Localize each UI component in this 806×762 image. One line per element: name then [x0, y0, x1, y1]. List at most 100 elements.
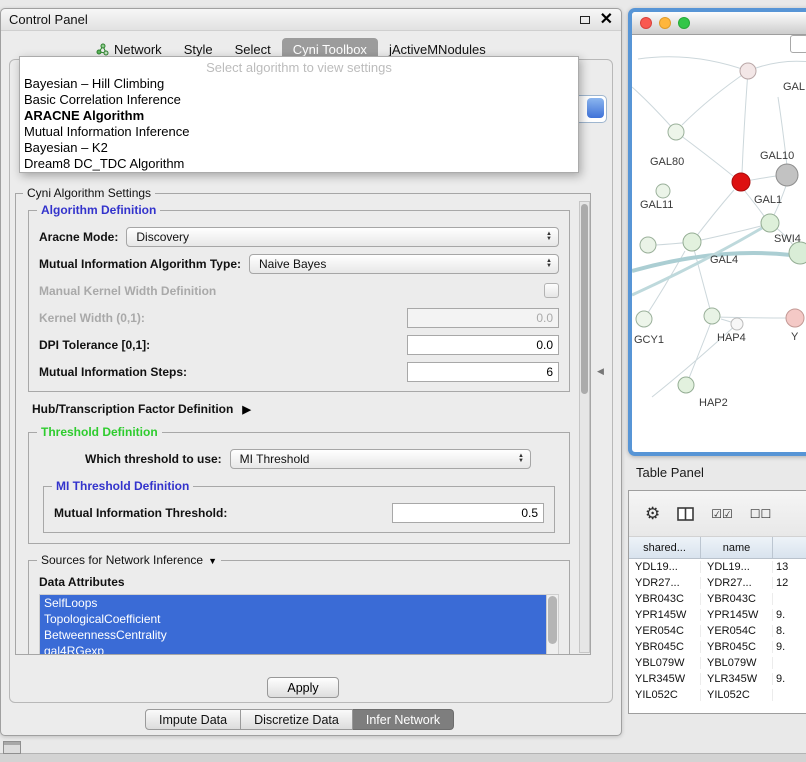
- table-row[interactable]: YBR045CYBR045C9.: [629, 639, 806, 655]
- float-window-icon[interactable]: [580, 16, 590, 24]
- table-row[interactable]: YBL079WYBL079W: [629, 655, 806, 671]
- list-scrollbar[interactable]: [546, 595, 558, 655]
- table-row[interactable]: YDR27...YDR27...12: [629, 575, 806, 591]
- docked-panel-titlebar: [4, 742, 20, 745]
- mi-type-select[interactable]: Naive Bayes ▲▼: [249, 254, 559, 274]
- mac-minimize-button[interactable]: [659, 17, 671, 29]
- which-threshold-select[interactable]: MI Threshold ▲▼: [230, 449, 531, 469]
- close-icon[interactable]: ✕: [600, 14, 613, 26]
- aracne-mode-select[interactable]: Discovery ▲▼: [126, 227, 559, 247]
- mi-threshold-group: MI Threshold Definition Mutual Informati…: [43, 486, 555, 533]
- table-row[interactable]: YPR145WYPR145W9.: [629, 607, 806, 623]
- table-row[interactable]: YBR043CYBR043C: [629, 591, 806, 607]
- table-cell: YIL052C: [629, 689, 701, 701]
- column-header-extra[interactable]: [773, 537, 806, 558]
- graph-node[interactable]: [761, 214, 779, 232]
- settings-scrollbar[interactable]: [579, 201, 590, 653]
- table-cell: YER054C: [629, 625, 701, 637]
- bottom-tab-impute-data[interactable]: Impute Data: [145, 709, 241, 730]
- combo-arrows-icon: ▲▼: [510, 454, 524, 464]
- dpi-tolerance-input[interactable]: [407, 335, 559, 355]
- mi-type-row: Mutual Information Algorithm Type: Naive…: [39, 250, 559, 277]
- combo-arrows-icon: ▲▼: [538, 259, 552, 269]
- algorithm-popup-placeholder: Select algorithm to view settings: [20, 59, 578, 76]
- network-graph: GALGAL80GAL10GAL11GAL1SWI4GAL4GCY1HAP4YH…: [632, 35, 806, 430]
- mac-zoom-button[interactable]: [678, 17, 690, 29]
- mi-type-value: Naive Bayes: [259, 257, 326, 271]
- screen: Control Panel ✕ NetworkStyleSelectCyni T…: [0, 0, 806, 762]
- graph-node-label: HAP4: [717, 332, 746, 344]
- attribute-item[interactable]: TopologicalCoefficient: [40, 611, 546, 627]
- bottom-tab-infer-network[interactable]: Infer Network: [353, 709, 454, 730]
- hub-definition-toggle[interactable]: Hub/Transcription Factor Definition ▶: [32, 402, 590, 416]
- algorithm-option[interactable]: Mutual Information Inference: [20, 124, 578, 140]
- apply-button[interactable]: Apply: [267, 677, 339, 698]
- settings-scrollbar-thumb[interactable]: [581, 204, 588, 394]
- docked-panel-icon[interactable]: [3, 741, 21, 754]
- table-panel-title: Table Panel: [636, 465, 704, 480]
- graph-node[interactable]: [740, 63, 756, 79]
- table-row[interactable]: YLR345WYLR345W9.: [629, 671, 806, 687]
- select-all-icon[interactable]: ☑☑: [711, 507, 733, 521]
- graph-node[interactable]: [656, 184, 670, 198]
- graph-node[interactable]: [683, 233, 701, 251]
- kernel-width-input: [407, 308, 559, 328]
- table-cell: 13: [773, 561, 806, 573]
- algorithm-option[interactable]: Dream8 DC_TDC Algorithm: [20, 156, 578, 172]
- graph-node[interactable]: [704, 308, 720, 324]
- manual-kernel-label: Manual Kernel Width Definition: [39, 284, 216, 298]
- sources-title[interactable]: Sources for Network Inference▼: [37, 553, 221, 567]
- mi-steps-input[interactable]: [407, 362, 559, 382]
- aracne-mode-label: Aracne Mode:: [39, 230, 118, 244]
- combo-stepper-icon: [587, 98, 604, 118]
- table-row[interactable]: YIL052CYIL052C: [629, 687, 806, 703]
- network-canvas[interactable]: GALGAL80GAL10GAL11GAL1SWI4GAL4GCY1HAP4YH…: [632, 35, 806, 430]
- attribute-item[interactable]: BetweennessCentrality: [40, 627, 546, 643]
- table-cell: YPR145W: [701, 609, 773, 621]
- splitpane-collapse-icon[interactable]: ◀: [597, 366, 604, 377]
- graph-node[interactable]: [640, 237, 656, 253]
- graph-node[interactable]: [789, 242, 806, 264]
- table-cell: YBR043C: [629, 593, 701, 605]
- bottom-tab-discretize-data[interactable]: Discretize Data: [241, 709, 353, 730]
- which-threshold-row: Which threshold to use: MI Threshold ▲▼: [39, 445, 559, 472]
- algorithm-option[interactable]: Bayesian – K2: [20, 140, 578, 156]
- sources-group: Sources for Network Inference▼ Data Attr…: [28, 560, 570, 655]
- attribute-item[interactable]: gal4RGexp: [40, 643, 546, 655]
- algorithm-option[interactable]: ARACNE Algorithm: [20, 108, 578, 124]
- table-row[interactable]: YDL19...YDL19...13: [629, 559, 806, 575]
- graph-node[interactable]: [776, 164, 798, 186]
- deselect-all-icon[interactable]: ☐☐: [750, 507, 772, 521]
- graph-node-label: GAL: [783, 81, 805, 93]
- network-scroll-button[interactable]: [790, 35, 806, 53]
- tab-label: Select: [235, 42, 271, 57]
- list-scrollbar-thumb[interactable]: [548, 596, 557, 644]
- graph-node[interactable]: [731, 318, 743, 330]
- graph-node[interactable]: [668, 124, 684, 140]
- mi-threshold-title: MI Threshold Definition: [52, 479, 193, 493]
- column-header-name[interactable]: name: [701, 537, 773, 558]
- mi-type-label: Mutual Information Algorithm Type:: [39, 257, 241, 271]
- graph-node[interactable]: [636, 311, 652, 327]
- aracne-mode-value: Discovery: [136, 230, 189, 244]
- column-header-shared[interactable]: shared...: [629, 537, 701, 558]
- graph-node[interactable]: [678, 377, 694, 393]
- graph-node[interactable]: [732, 173, 750, 191]
- columns-icon[interactable]: [677, 507, 694, 521]
- tab-label: Style: [184, 42, 213, 57]
- mac-close-button[interactable]: [640, 17, 652, 29]
- algorithm-option[interactable]: Bayesian – Hill Climbing: [20, 76, 578, 92]
- graph-node[interactable]: [786, 309, 804, 327]
- manual-kernel-row: Manual Kernel Width Definition: [39, 277, 559, 304]
- sources-title-text: Sources for Network Inference: [41, 553, 203, 567]
- mi-threshold-input[interactable]: [392, 503, 544, 523]
- network-window-titlebar: [632, 12, 806, 35]
- algorithm-popup: Select algorithm to view settings Bayesi…: [19, 56, 579, 173]
- algorithm-option[interactable]: Basic Correlation Inference: [20, 92, 578, 108]
- table-cell: 9.: [773, 609, 806, 621]
- chevron-right-icon: ▶: [242, 403, 250, 416]
- dpi-tolerance-label: DPI Tolerance [0,1]:: [39, 338, 150, 352]
- attribute-item[interactable]: SelfLoops: [40, 595, 546, 611]
- table-row[interactable]: YER054CYER054C8.: [629, 623, 806, 639]
- gear-icon[interactable]: ⚙: [645, 504, 660, 524]
